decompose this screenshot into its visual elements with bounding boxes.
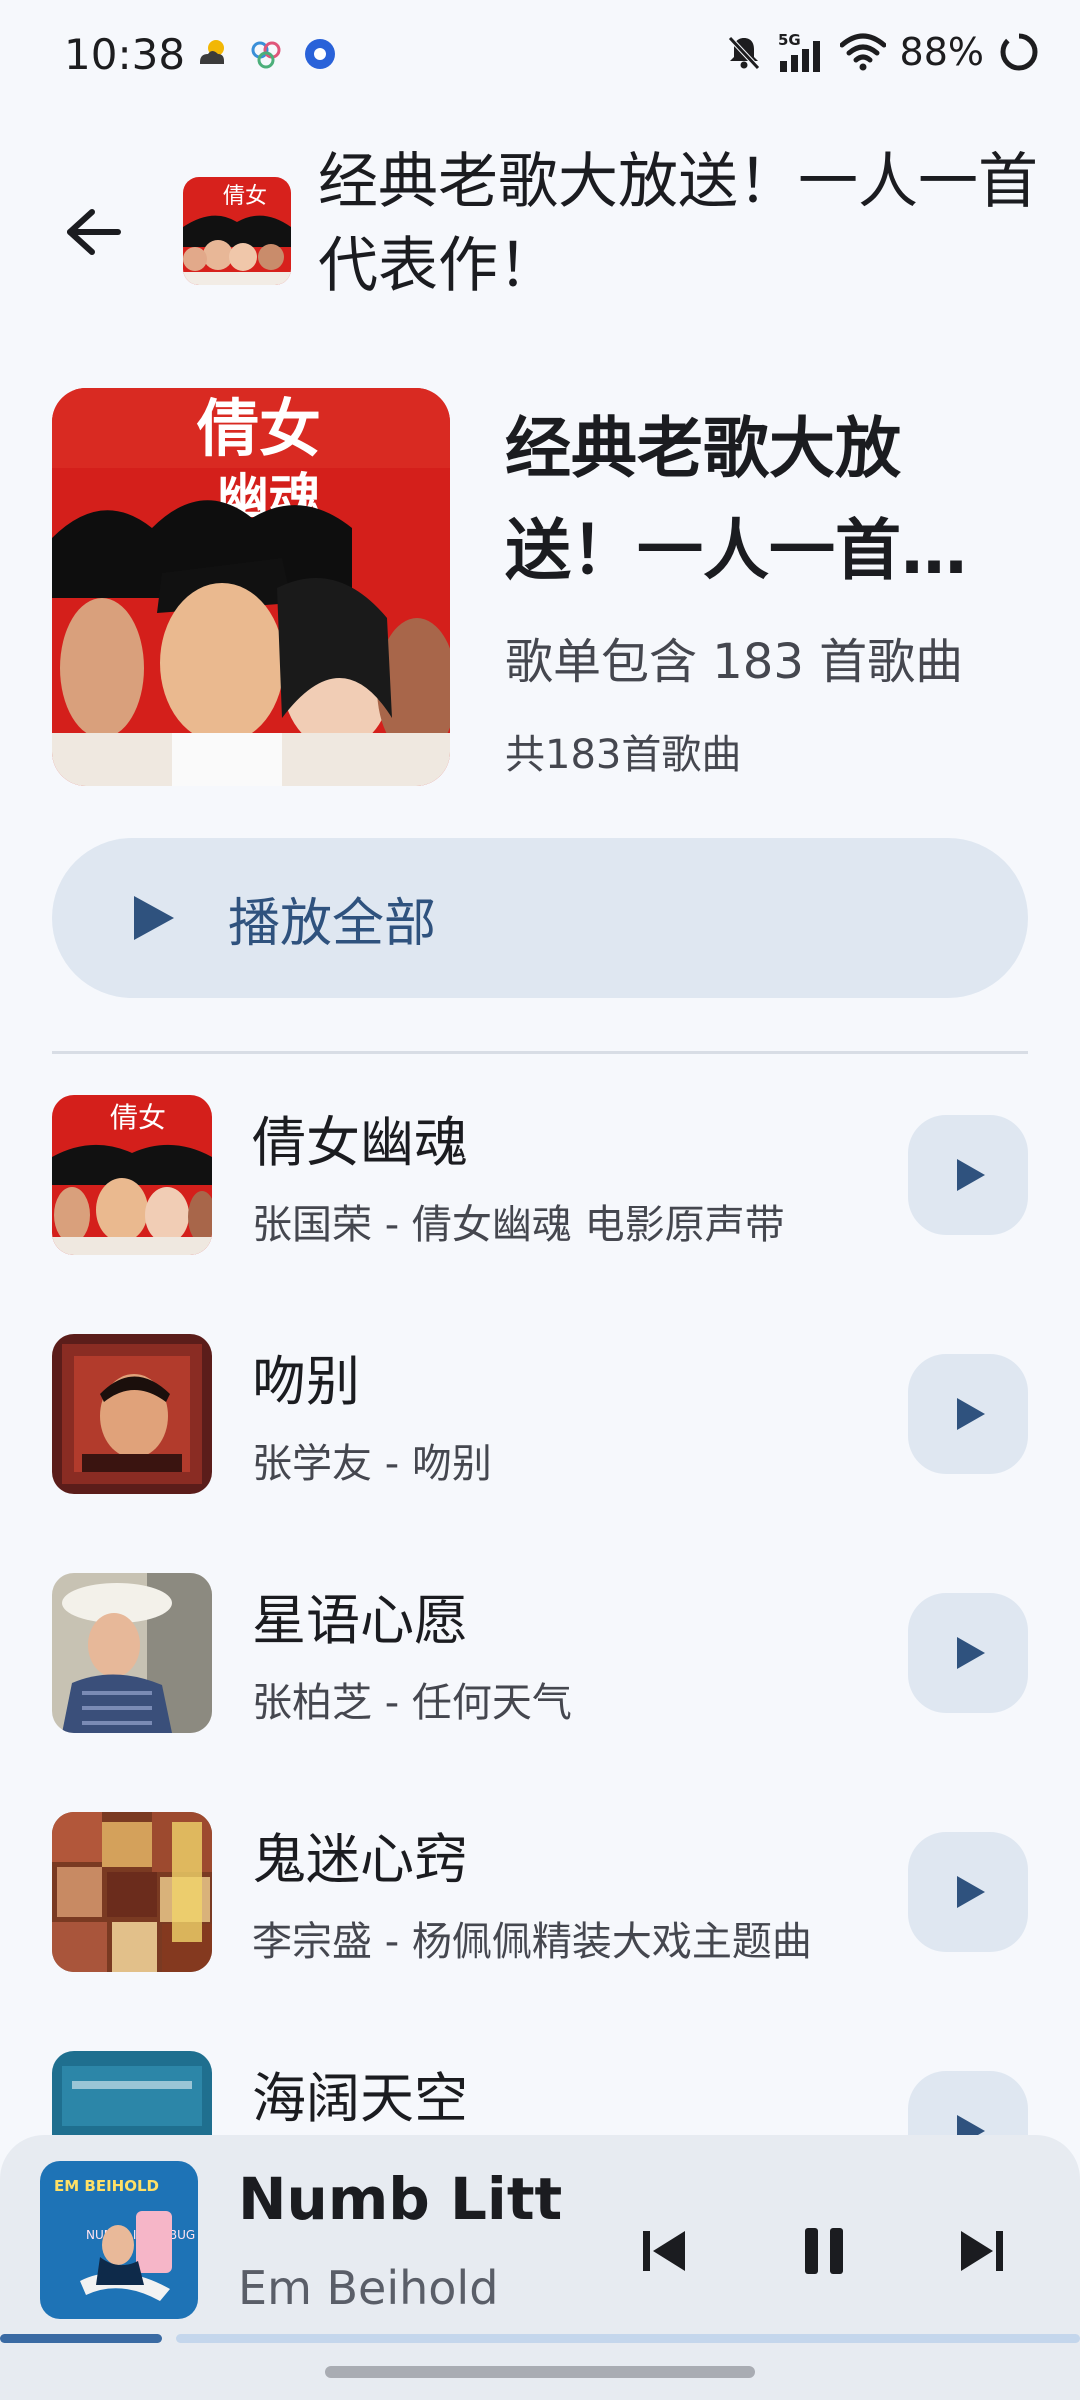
playlist-thumbnail: 倩女: [183, 177, 291, 285]
cellular-signal-icon: 5G: [778, 31, 820, 72]
song-artist-album: 李宗盛 - 杨佩佩精装大戏主题曲: [252, 1919, 812, 1965]
play-icon: [957, 1159, 985, 1191]
song-thumbnail: 倩女: [52, 1095, 212, 1255]
playlist-description: 歌单包含 183 首歌曲: [505, 634, 964, 690]
movie-poster-image: 倩女: [183, 177, 291, 285]
divider: [52, 1051, 1028, 1054]
album-art-image: 倩女: [52, 1095, 212, 1255]
song-thumbnail: [52, 1573, 212, 1733]
arrow-left-icon: [67, 209, 121, 255]
wifi-icon: [839, 33, 886, 71]
mute-bell-icon: [727, 36, 760, 70]
progress-played: [0, 2334, 162, 2343]
battery-ring-icon: [1000, 33, 1038, 71]
notification-icons: [194, 36, 338, 72]
pause-button[interactable]: [774, 2201, 874, 2301]
play-icon: [957, 1876, 985, 1908]
album-art-image: [52, 1573, 212, 1733]
play-all-label: 播放全部: [228, 893, 437, 954]
song-play-button[interactable]: [908, 1354, 1028, 1474]
status-bar: 10:38 5G 88%: [0, 0, 1080, 115]
song-row[interactable]: 吻别 张学友 - 吻别: [0, 1329, 1080, 1499]
battery-percent: 88%: [899, 30, 984, 74]
gesture-navigation-pill[interactable]: [325, 2366, 755, 2378]
playlist-title: 经典老歌大放送！一人一首代表作！: [505, 410, 967, 589]
play-icon: [957, 1637, 985, 1669]
now-playing-cover: EM BEIHOLD NUMB LITTLE BUG: [40, 2161, 198, 2319]
previous-button[interactable]: [614, 2201, 714, 2301]
song-title: 倩女幽魂: [252, 1111, 468, 1174]
back-button[interactable]: [52, 190, 136, 274]
song-title: 星语心愿: [252, 1589, 468, 1652]
mini-player[interactable]: EM BEIHOLD NUMB LITTLE BUG Numb Litt Em …: [0, 2135, 1080, 2400]
album-art-text: EM BEIHOLD: [54, 2177, 159, 2195]
pause-icon: [805, 2228, 843, 2274]
play-icon: [957, 1398, 985, 1430]
target-notification-icon: [305, 39, 335, 69]
svg-text:倩女: 倩女: [223, 184, 267, 209]
page-title: 经典老歌大放送！一人一首代表作！: [318, 147, 1038, 301]
status-time: 10:38: [64, 30, 186, 79]
song-artist-album: 张柏芝 - 任何天气: [252, 1680, 572, 1726]
play-all-button[interactable]: 播放全部: [52, 838, 1028, 998]
song-thumbnail: [52, 1812, 212, 1972]
svg-text:5G: 5G: [778, 31, 801, 49]
next-button[interactable]: [932, 2201, 1032, 2301]
now-playing-artist: Em Beihold: [238, 2261, 499, 2315]
movie-poster-image: 倩女 幽魂: [52, 388, 450, 786]
skip-next-icon: [961, 2231, 1003, 2271]
album-art-image: [52, 1812, 212, 1972]
song-play-button[interactable]: [908, 1593, 1028, 1713]
screen: 10:38 5G 88% 倩女 经典老歌大放送！一人一首代表作！ 倩女 幽魂 经…: [0, 0, 1080, 2400]
song-row[interactable]: 倩女 倩女幽魂 张国荣 - 倩女幽魂 电影原声带: [0, 1090, 1080, 1260]
song-title: 鬼迷心窍: [252, 1828, 468, 1891]
now-playing-title: Numb Litt: [238, 2165, 563, 2233]
album-art-image: EM BEIHOLD NUMB LITTLE BUG: [40, 2161, 198, 2319]
svg-text:倩女: 倩女: [110, 1101, 166, 1134]
song-row[interactable]: 星语心愿 张柏芝 - 任何天气: [0, 1568, 1080, 1738]
song-artist-album: 张学友 - 吻别: [252, 1441, 492, 1487]
song-title: 海阔天空: [252, 2067, 468, 2130]
play-icon: [134, 896, 174, 940]
song-play-button[interactable]: [908, 1832, 1028, 1952]
song-play-button[interactable]: [908, 1115, 1028, 1235]
album-art-image: [52, 1334, 212, 1494]
playlist-song-count: 共183首歌曲: [505, 732, 742, 778]
song-title: 吻别: [252, 1350, 360, 1413]
playlist-cover: 倩女 幽魂: [52, 388, 450, 786]
status-right: 5G 88%: [724, 30, 1040, 74]
playback-progress-bar[interactable]: [0, 2334, 1080, 2343]
song-row[interactable]: 鬼迷心窍 李宗盛 - 杨佩佩精装大戏主题曲: [0, 1807, 1080, 1977]
svg-text:倩女: 倩女: [196, 392, 321, 465]
skip-previous-icon: [643, 2231, 685, 2271]
app-notification-icon: [251, 41, 281, 69]
progress-remaining: [176, 2334, 1080, 2343]
weather-notification-icon: [200, 40, 224, 64]
song-thumbnail: [52, 1334, 212, 1494]
song-artist-album: 张国荣 - 倩女幽魂 电影原声带: [252, 1202, 785, 1248]
